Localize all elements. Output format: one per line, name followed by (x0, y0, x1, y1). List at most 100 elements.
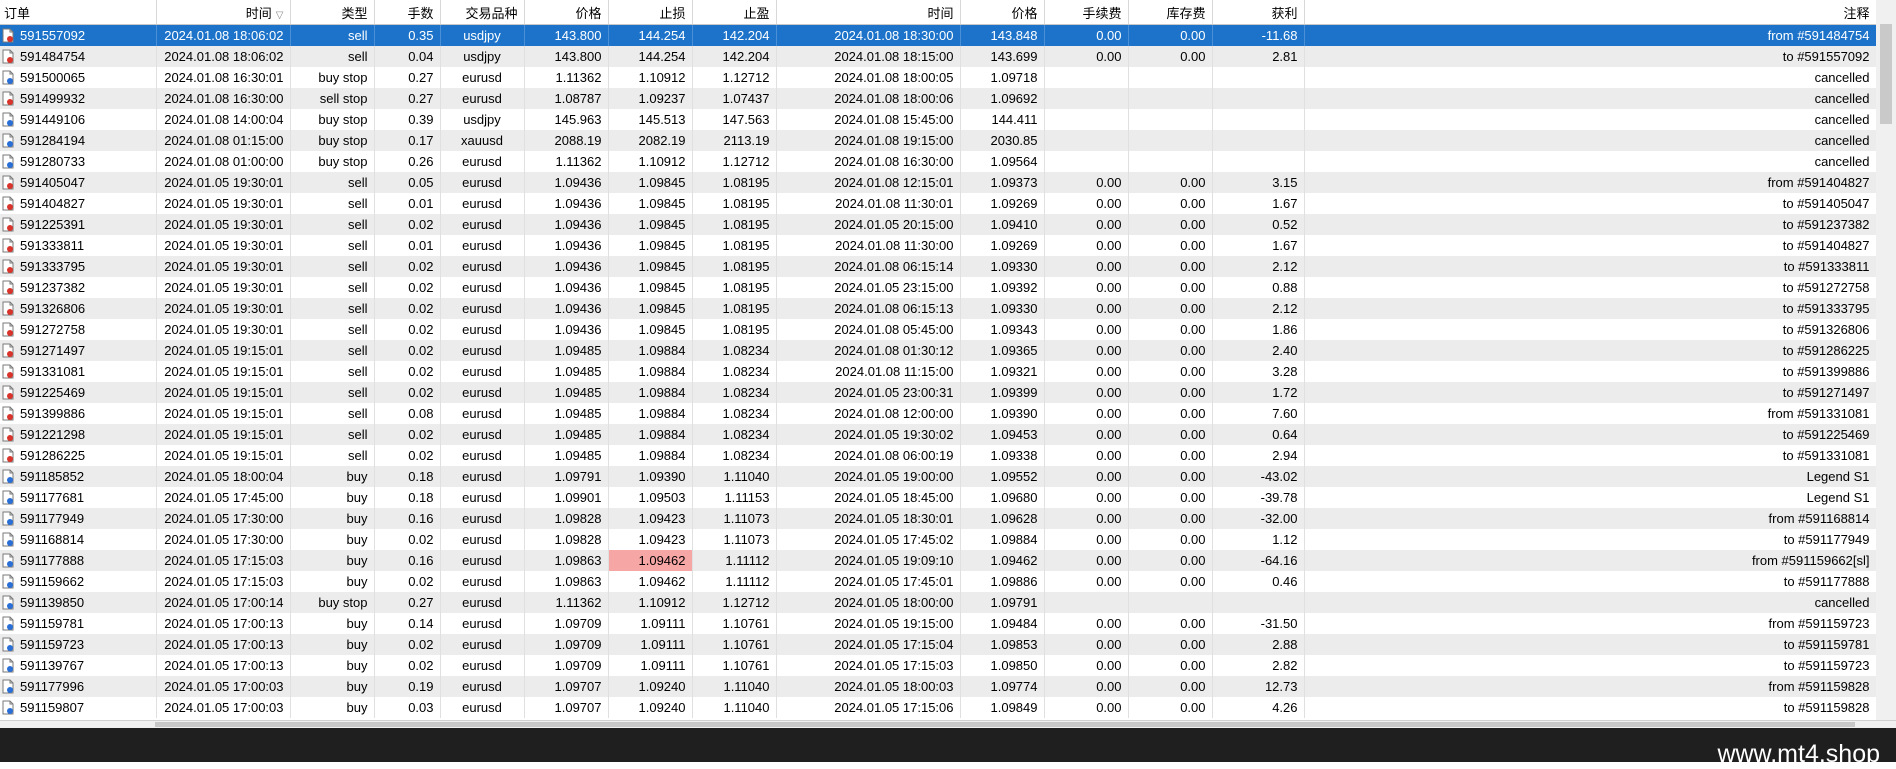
col-header-swap[interactable]: 库存费 (1128, 0, 1213, 25)
cell-symbol: eurusd (440, 424, 525, 445)
cell-open-time: 2024.01.05 17:00:13 (156, 634, 291, 655)
vertical-scrollbar-thumb[interactable] (1880, 24, 1892, 124)
sell-order-icon (2, 259, 14, 274)
footer-bar: www.mt4.shop (0, 728, 1896, 768)
table-row[interactable]: 591500065 2024.01.08 16:30:01 buy stop 0.27… (0, 67, 1876, 88)
cell-comment: from #591159662[sl] (1304, 550, 1876, 571)
cell-close-time: 2024.01.05 18:45:00 (776, 487, 961, 508)
cell-symbol: usdjpy (440, 24, 525, 46)
cell-stop-loss: 1.09884 (608, 382, 693, 403)
table-row[interactable]: 591221298 2024.01.05 19:15:01 sell 0.02 euru… (0, 424, 1876, 445)
table-row[interactable]: 591177996 2024.01.05 17:00:03 buy 0.19 eurus… (0, 676, 1876, 697)
table-row[interactable]: 591159723 2024.01.05 17:00:13 buy 0.02 eurus… (0, 634, 1876, 655)
table-row[interactable]: 591225469 2024.01.05 19:15:01 sell 0.02 euru… (0, 382, 1876, 403)
cell-profit: -31.50 (1212, 613, 1305, 634)
table-row[interactable]: 591271497 2024.01.05 19:15:01 sell 0.02 euru… (0, 340, 1876, 361)
cell-open-time: 2024.01.05 19:30:01 (156, 235, 291, 256)
cell-symbol: eurusd (440, 403, 525, 424)
cell-take-profit: 2113.19 (692, 130, 777, 151)
cell-order: 591177888 (0, 550, 157, 571)
cell-close-price: 1.09462 (960, 550, 1045, 571)
table-row[interactable]: 591177949 2024.01.05 17:30:00 buy 0.16 eurus… (0, 508, 1876, 529)
table-row[interactable]: 591177888 2024.01.05 17:15:03 buy 0.16 eurus… (0, 550, 1876, 571)
col-header-close-price[interactable]: 价格 (960, 0, 1045, 25)
cell-profit: -39.78 (1212, 487, 1305, 508)
table-row[interactable]: 591159807 2024.01.05 17:00:03 buy 0.03 eurus… (0, 697, 1876, 718)
table-row[interactable]: 591404827 2024.01.05 19:30:01 sell 0.01 euru… (0, 193, 1876, 214)
cell-profit: -11.68 (1212, 24, 1305, 46)
col-header-open-time[interactable]: 时间 ▽ (156, 0, 291, 25)
cell-open-time: 2024.01.08 14:00:04 (156, 109, 291, 130)
cell-comment: Legend S1 (1304, 466, 1876, 487)
table-row[interactable]: 591225391 2024.01.05 19:30:01 sell 0.02 euru… (0, 214, 1876, 235)
table-row[interactable]: 591326806 2024.01.05 19:30:01 sell 0.02 euru… (0, 298, 1876, 319)
table-row[interactable]: 591284194 2024.01.08 01:15:00 buy stop 0.17… (0, 130, 1876, 151)
table-row[interactable]: 591177681 2024.01.05 17:45:00 buy 0.18 eurus… (0, 487, 1876, 508)
cell-stop-loss: 144.254 (608, 46, 693, 67)
cell-swap (1128, 130, 1213, 151)
table-row[interactable]: 591499932 2024.01.08 16:30:00 sell stop 0.2… (0, 88, 1876, 109)
col-header-profit[interactable]: 获利 (1212, 0, 1305, 25)
col-header-lots[interactable]: 手数 (374, 0, 441, 25)
table-row[interactable]: 591159662 2024.01.05 17:15:03 buy 0.02 eurus… (0, 571, 1876, 592)
table-row[interactable]: 591333811 2024.01.05 19:30:01 sell 0.01 euru… (0, 235, 1876, 256)
col-header-order[interactable]: 订单 (0, 0, 157, 25)
cell-take-profit: 1.12712 (692, 67, 777, 88)
table-row[interactable]: 591557092 2024.01.08 18:06:02 sell 0.35 usdj… (0, 24, 1876, 46)
cell-stop-loss: 1.09845 (608, 256, 693, 277)
col-header-take-profit[interactable]: 止盈 (692, 0, 777, 25)
table-row[interactable]: 591159781 2024.01.05 17:00:13 buy 0.14 eurus… (0, 613, 1876, 634)
table-row[interactable]: 591139767 2024.01.05 17:00:13 buy 0.02 eurus… (0, 655, 1876, 676)
col-header-comment[interactable]: 注释 (1304, 0, 1876, 25)
cell-take-profit: 142.204 (692, 24, 777, 46)
cell-type: sell (290, 172, 375, 193)
cell-close-price: 1.09365 (960, 340, 1045, 361)
cell-stop-loss: 1.09845 (608, 214, 693, 235)
cell-swap: 0.00 (1128, 172, 1213, 193)
col-header-stop-loss[interactable]: 止损 (608, 0, 693, 25)
cell-price: 1.09436 (524, 277, 609, 298)
table-row[interactable]: 591168814 2024.01.05 17:30:00 buy 0.02 eurus… (0, 529, 1876, 550)
cell-swap: 0.00 (1128, 193, 1213, 214)
cell-close-time: 2024.01.05 17:45:01 (776, 571, 961, 592)
cell-order: 591286225 (0, 445, 157, 466)
table-row[interactable]: 591280733 2024.01.08 01:00:00 buy stop 0.26… (0, 151, 1876, 172)
cell-open-time: 2024.01.05 17:30:00 (156, 508, 291, 529)
cell-close-time: 2024.01.08 11:15:00 (776, 361, 961, 382)
table-row[interactable]: 591331081 2024.01.05 19:15:01 sell 0.02 euru… (0, 361, 1876, 382)
cell-swap: 0.00 (1128, 235, 1213, 256)
table-row[interactable]: 591399886 2024.01.05 19:15:01 sell 0.08 euru… (0, 403, 1876, 424)
table-row[interactable]: 591272758 2024.01.05 19:30:01 sell 0.02 euru… (0, 319, 1876, 340)
vertical-scrollbar[interactable] (1876, 0, 1896, 720)
cell-order: 591177949 (0, 508, 157, 529)
cell-price: 1.09436 (524, 172, 609, 193)
cell-close-time: 2024.01.08 15:45:00 (776, 109, 961, 130)
cell-comment: to #591159723 (1304, 655, 1876, 676)
table-row[interactable]: 591405047 2024.01.05 19:30:01 sell 0.05 euru… (0, 172, 1876, 193)
cell-order: 591333795 (0, 256, 157, 277)
table-row[interactable]: 591139850 2024.01.05 17:00:14 buy stop 0.27… (0, 592, 1876, 613)
cell-take-profit: 1.11153 (692, 487, 777, 508)
table-row[interactable]: 591333795 2024.01.05 19:30:01 sell 0.02 euru… (0, 256, 1876, 277)
cell-order: 591326806 (0, 298, 157, 319)
col-header-symbol[interactable]: 交易品种 (440, 0, 525, 25)
col-header-close-time[interactable]: 时间 (776, 0, 961, 25)
cell-swap: 0.00 (1128, 571, 1213, 592)
col-header-type[interactable]: 类型 (290, 0, 375, 25)
horizontal-scrollbar-thumb[interactable] (155, 722, 1855, 727)
cell-commission (1044, 151, 1129, 172)
col-header-commission[interactable]: 手续费 (1044, 0, 1129, 25)
cell-take-profit: 1.08234 (692, 403, 777, 424)
table-row[interactable]: 591484754 2024.01.08 18:06:02 sell 0.04 usdj… (0, 46, 1876, 67)
table-row[interactable]: 591286225 2024.01.05 19:15:01 sell 0.02 euru… (0, 445, 1876, 466)
cell-price: 1.09707 (524, 697, 609, 718)
col-header-price[interactable]: 价格 (524, 0, 609, 25)
cell-symbol: eurusd (440, 655, 525, 676)
table-row[interactable]: 591237382 2024.01.05 19:30:01 sell 0.02 euru… (0, 277, 1876, 298)
table-row[interactable]: 591449106 2024.01.08 14:00:04 buy stop 0.39… (0, 109, 1876, 130)
cell-type: buy (290, 676, 375, 697)
table-row[interactable]: 591185852 2024.01.05 18:00:04 buy 0.18 eurus… (0, 466, 1876, 487)
cell-comment: to #591225469 (1304, 424, 1876, 445)
cell-close-price: 144.411 (960, 109, 1045, 130)
cell-take-profit: 1.12712 (692, 592, 777, 613)
